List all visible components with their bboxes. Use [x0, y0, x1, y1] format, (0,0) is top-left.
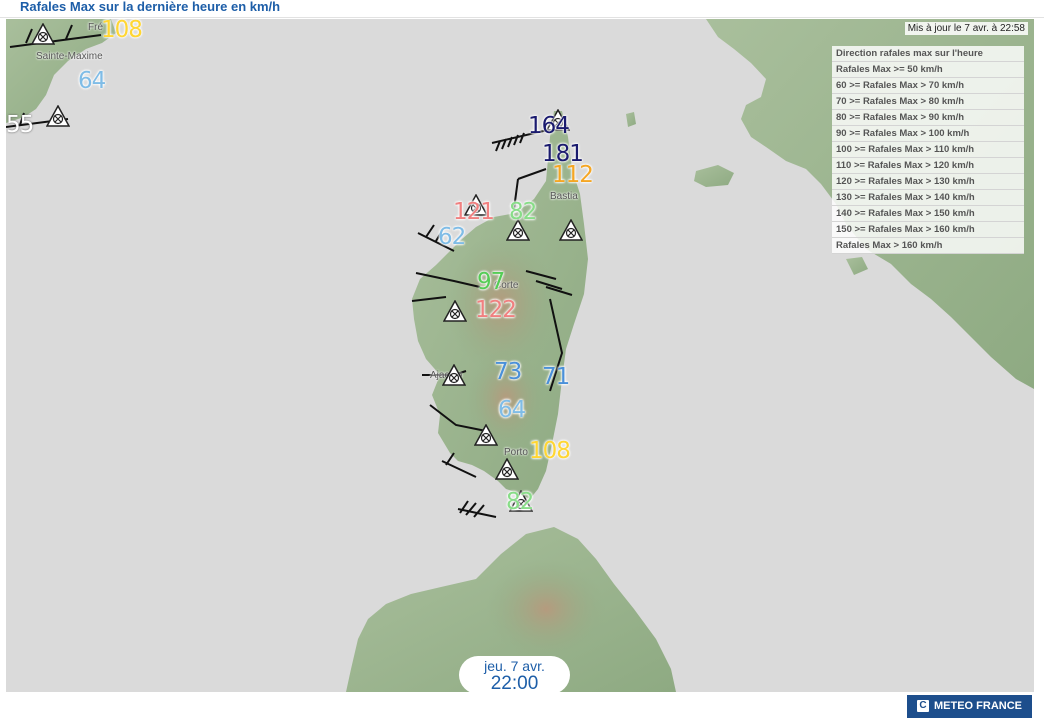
station-icon[interactable]: [559, 219, 583, 241]
station-icon[interactable]: [495, 458, 519, 480]
brand-icon: C: [917, 700, 929, 713]
station-icon[interactable]: [443, 300, 467, 322]
gust-value[interactable]: 62: [438, 226, 466, 249]
last-updated: Mis à jour le 7 avr. à 22:58: [904, 22, 1028, 35]
gust-value[interactable]: 82: [509, 201, 537, 224]
gust-value[interactable]: 108: [529, 440, 571, 463]
capraia-island: [626, 112, 636, 127]
gust-value[interactable]: 73: [494, 361, 522, 384]
legend: Direction rafales max sur l'heure Rafale…: [832, 46, 1024, 254]
station-icon[interactable]: [46, 105, 70, 127]
gust-value[interactable]: 112: [552, 164, 594, 187]
gust-value[interactable]: 71: [542, 366, 570, 389]
gust-value[interactable]: 97: [477, 271, 505, 294]
page-title: Rafales Max sur la dernière heure en km/…: [20, 0, 281, 14]
legend-item: 70 >= Rafales Max > 80 km/h: [832, 94, 1024, 110]
time-indicator[interactable]: jeu. 7 avr. 22:00: [459, 656, 570, 692]
legend-item: 90 >= Rafales Max > 100 km/h: [832, 126, 1024, 142]
meteo-france-logo[interactable]: C METEO FRANCE: [907, 695, 1032, 718]
station-icon[interactable]: [474, 424, 498, 446]
weather-map[interactable]: Mis à jour le 7 avr. à 22:58 Direction r…: [6, 19, 1034, 692]
legend-item: 120 >= Rafales Max > 130 km/h: [832, 174, 1024, 190]
time-hour: 22:00: [490, 673, 539, 693]
giglio-island: [846, 257, 868, 275]
place-label: Sainte-Maxime: [36, 51, 103, 62]
gust-value[interactable]: 121: [453, 201, 495, 224]
gust-value[interactable]: 122: [475, 299, 517, 322]
brand-label: METEO FRANCE: [934, 700, 1022, 712]
legend-item: 100 >= Rafales Max > 110 km/h: [832, 142, 1024, 158]
gust-value[interactable]: 164: [528, 115, 570, 138]
time-day: jeu. 7 avr.: [484, 658, 545, 674]
gust-value[interactable]: 64: [498, 399, 526, 422]
legend-item: Rafales Max > 160 km/h: [832, 238, 1024, 254]
station-icon[interactable]: [31, 23, 55, 45]
legend-item: 130 >= Rafales Max > 140 km/h: [832, 190, 1024, 206]
legend-item: Rafales Max >= 50 km/h: [832, 62, 1024, 78]
place-label: Porto: [504, 447, 528, 458]
title-divider: [0, 17, 1044, 18]
legend-item: 150 >= Rafales Max > 160 km/h: [832, 222, 1024, 238]
gust-value[interactable]: 108: [101, 19, 143, 42]
place-label: Bastia: [550, 191, 578, 202]
legend-item: 80 >= Rafales Max > 90 km/h: [832, 110, 1024, 126]
station-icon[interactable]: [442, 364, 466, 386]
gust-value[interactable]: 55: [6, 114, 34, 137]
legend-item: 60 >= Rafales Max > 70 km/h: [832, 78, 1024, 94]
legend-item: 110 >= Rafales Max > 120 km/h: [832, 158, 1024, 174]
legend-item: Direction rafales max sur l'heure: [832, 46, 1024, 62]
legend-item: 140 >= Rafales Max > 150 km/h: [832, 206, 1024, 222]
gust-value[interactable]: 82: [506, 491, 534, 514]
gust-value[interactable]: 64: [78, 70, 106, 93]
elba-island: [694, 165, 734, 187]
